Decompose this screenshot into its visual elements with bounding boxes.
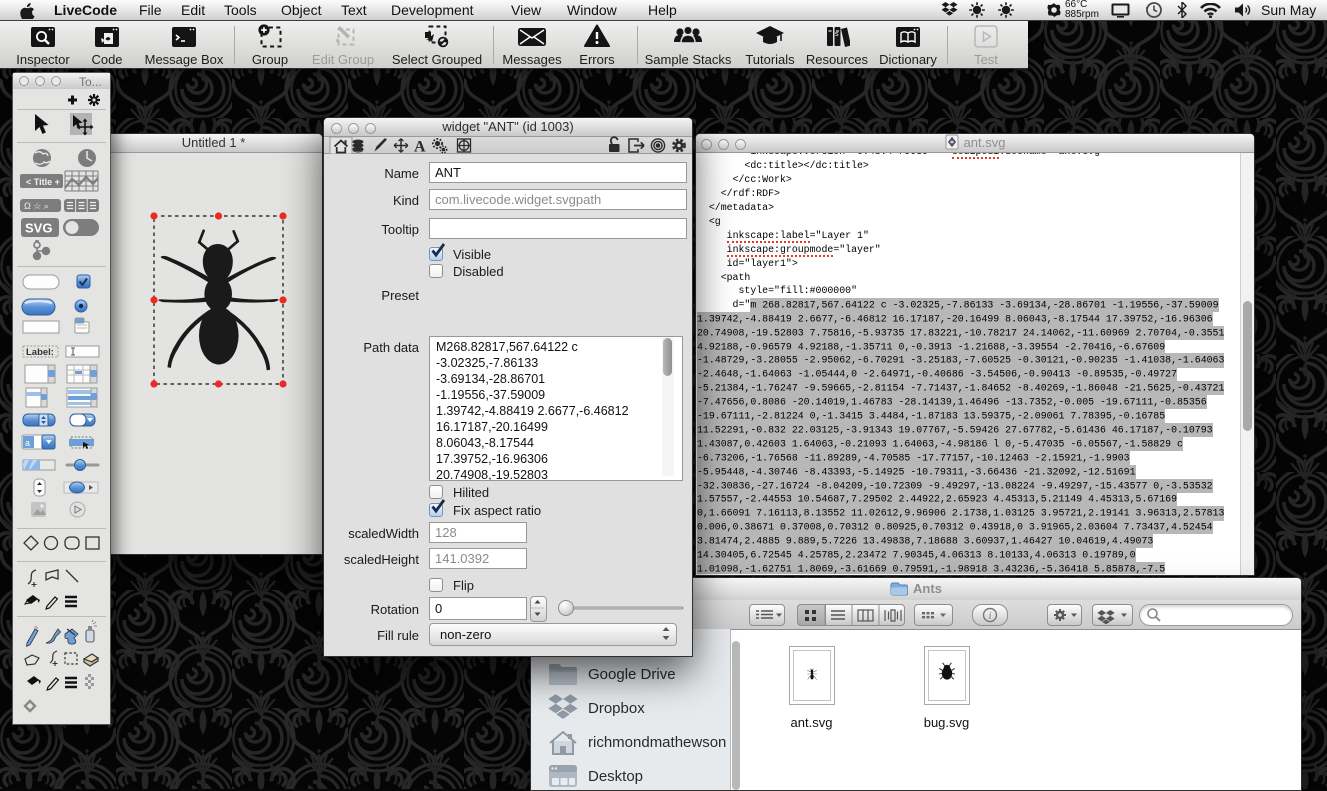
svg-text:To...: To... — [79, 75, 102, 89]
svg-text:s: s — [835, 31, 839, 38]
svg-text:Ω ☆ ⌕: Ω ☆ ⌕ — [24, 201, 49, 211]
svg-text:Label:: Label: — [26, 347, 54, 358]
svg-text:SVG: SVG — [25, 221, 52, 236]
svg-text:a: a — [25, 438, 30, 448]
svg-text:< Title +: < Title + — [26, 177, 60, 187]
svg-text:i: i — [989, 611, 992, 622]
svg-text:A: A — [414, 139, 426, 155]
